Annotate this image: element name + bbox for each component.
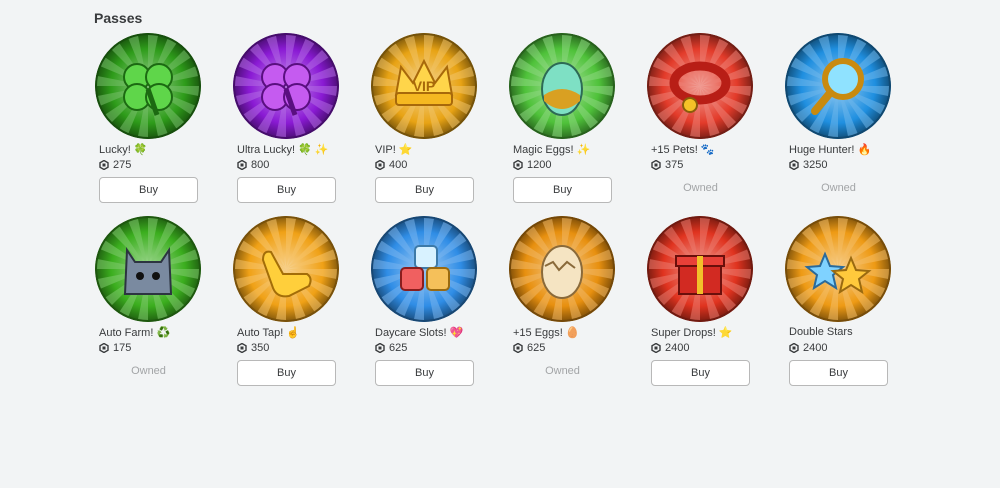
price-value: 625 [527, 342, 546, 354]
pass-price: 3250 [789, 159, 827, 171]
robux-icon [99, 160, 109, 170]
robux-icon [789, 343, 799, 353]
pass-price: 2400 [651, 342, 689, 354]
buy-button[interactable]: Buy [237, 177, 336, 203]
price-value: 400 [389, 159, 408, 171]
pass-name[interactable]: Magic Eggs! ✨ [513, 143, 633, 156]
rainbow-egg-icon[interactable] [509, 33, 615, 139]
pass-name[interactable]: Daycare Slots! 💖 [375, 326, 495, 339]
pass-name[interactable]: +15 Eggs! 🥚 [513, 326, 633, 339]
cracked-egg-icon[interactable] [509, 216, 615, 322]
pass-card[interactable]: Ultra Lucky! 🍀 ✨ 800 Buy [231, 33, 341, 213]
pass-card[interactable]: Super Drops! ⭐ 2400 Buy [645, 216, 755, 396]
pass-card[interactable]: VIP VIP! ⭐ 400 Buy [369, 33, 479, 213]
price-value: 3250 [803, 159, 828, 171]
pass-card[interactable]: Magic Eggs! ✨ 1200 Buy [507, 33, 617, 213]
price-value: 2400 [665, 342, 690, 354]
pass-card[interactable]: Daycare Slots! 💖 625 Buy [369, 216, 479, 396]
owned-label: Owned [545, 365, 580, 377]
buy-button[interactable]: Buy [789, 360, 888, 386]
pass-name[interactable]: +15 Pets! 🐾 [651, 143, 771, 156]
double-star-icon[interactable] [785, 216, 891, 322]
owned-label: Owned [683, 182, 718, 194]
magnifier-icon[interactable] [785, 33, 891, 139]
pass-name[interactable]: Auto Farm! ♻️ [99, 326, 219, 339]
gift-box-icon[interactable] [647, 216, 753, 322]
pass-price: 375 [651, 159, 683, 171]
dice-blocks-icon[interactable] [371, 216, 477, 322]
price-value: 800 [251, 159, 270, 171]
price-value: 175 [113, 342, 132, 354]
robux-icon [513, 160, 523, 170]
buy-button[interactable]: Buy [375, 360, 474, 386]
buy-button[interactable]: Buy [651, 360, 750, 386]
svg-text:VIP: VIP [413, 78, 436, 94]
pass-name[interactable]: Auto Tap! ☝️ [237, 326, 357, 339]
pass-name[interactable]: Double Stars [789, 326, 909, 338]
robux-icon [789, 160, 799, 170]
vip-crown-icon[interactable]: VIP [371, 33, 477, 139]
pass-name[interactable]: VIP! ⭐ [375, 143, 495, 156]
pass-card[interactable]: Huge Hunter! 🔥 3250 Owned [783, 33, 893, 213]
pass-price: 400 [375, 159, 407, 171]
pass-price: 275 [99, 159, 131, 171]
pass-price: 2400 [789, 342, 827, 354]
robux-icon [237, 160, 247, 170]
cat-robot-icon[interactable] [95, 216, 201, 322]
purple-clover-icon[interactable] [233, 33, 339, 139]
price-value: 1200 [527, 159, 552, 171]
robux-icon [237, 343, 247, 353]
pass-price: 1200 [513, 159, 551, 171]
pass-card[interactable]: Double Stars 2400 Buy [783, 216, 893, 396]
pass-card[interactable]: +15 Pets! 🐾 375 Owned [645, 33, 755, 213]
price-value: 275 [113, 159, 132, 171]
tapping-hand-icon[interactable] [233, 216, 339, 322]
pass-price: 625 [375, 342, 407, 354]
section-title: Passes [94, 10, 143, 26]
pass-price: 350 [237, 342, 269, 354]
clover-icon[interactable] [95, 33, 201, 139]
price-value: 375 [665, 159, 684, 171]
pass-price: 800 [237, 159, 269, 171]
pass-card[interactable]: Lucky! 🍀 275 Buy [93, 33, 203, 213]
robux-icon [375, 343, 385, 353]
pass-price: 175 [99, 342, 131, 354]
owned-label: Owned [821, 182, 856, 194]
buy-button[interactable]: Buy [237, 360, 336, 386]
robux-icon [651, 343, 661, 353]
pass-name[interactable]: Lucky! 🍀 [99, 143, 219, 156]
buy-button[interactable]: Buy [99, 177, 198, 203]
buy-button[interactable]: Buy [375, 177, 474, 203]
price-value: 350 [251, 342, 270, 354]
robux-icon [99, 343, 109, 353]
pass-name[interactable]: Super Drops! ⭐ [651, 326, 771, 339]
pass-card[interactable]: +15 Eggs! 🥚 625 Owned [507, 216, 617, 396]
pass-card[interactable]: Auto Farm! ♻️ 175 Owned [93, 216, 203, 396]
price-value: 625 [389, 342, 408, 354]
buy-button[interactable]: Buy [513, 177, 612, 203]
pass-name[interactable]: Huge Hunter! 🔥 [789, 143, 909, 156]
robux-icon [375, 160, 385, 170]
pet-collar-icon[interactable] [647, 33, 753, 139]
pass-price: 625 [513, 342, 545, 354]
pass-card[interactable]: Auto Tap! ☝️ 350 Buy [231, 216, 341, 396]
robux-icon [651, 160, 661, 170]
price-value: 2400 [803, 342, 828, 354]
owned-label: Owned [131, 365, 166, 377]
pass-name[interactable]: Ultra Lucky! 🍀 ✨ [237, 143, 357, 156]
robux-icon [513, 343, 523, 353]
